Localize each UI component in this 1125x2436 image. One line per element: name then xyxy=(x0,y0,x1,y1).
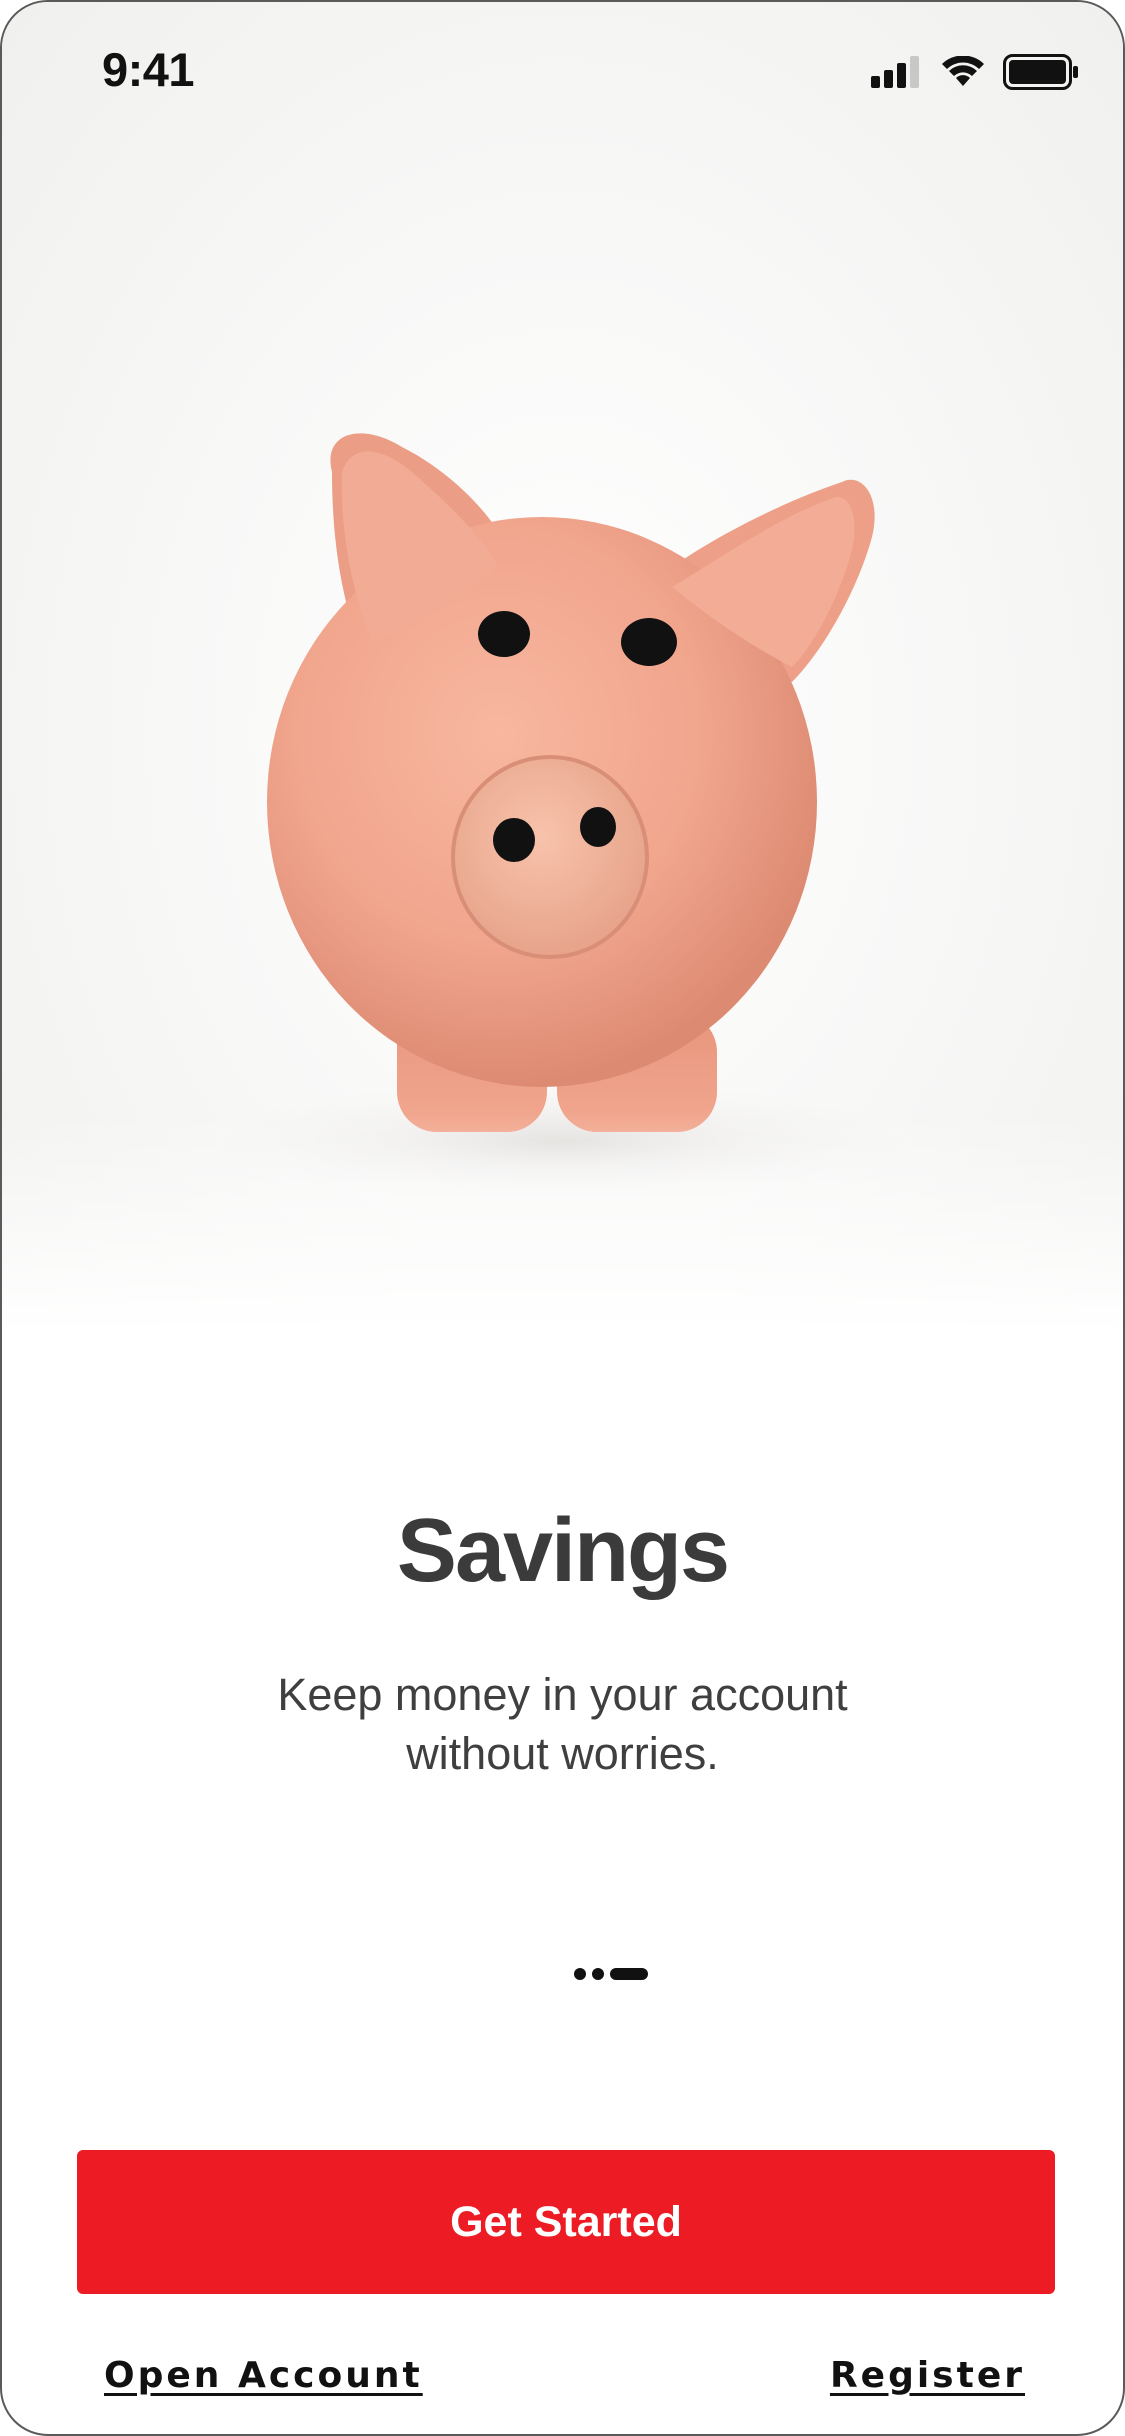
status-icons xyxy=(871,52,1079,92)
left-nostril xyxy=(493,818,535,862)
page-indicator[interactable] xyxy=(574,1967,648,1981)
page-subtitle: Keep money in your account without worri… xyxy=(277,1669,848,1779)
snout xyxy=(451,755,649,959)
open-account-link[interactable]: Open Account xyxy=(104,2355,423,2396)
phone-screen: 9:41 Savings Keep money in your account … xyxy=(0,0,1125,2436)
status-time: 9:41 xyxy=(102,43,195,96)
register-link[interactable]: Register xyxy=(830,2355,1025,2396)
page-title: Savings xyxy=(396,1501,730,1601)
hero-image xyxy=(2,2,1123,1332)
cellular-signal-icon xyxy=(871,56,919,88)
battery-icon xyxy=(1003,54,1078,90)
hero-fade xyxy=(2,1112,1123,1332)
page-dot-active[interactable] xyxy=(610,1968,648,1980)
left-eye xyxy=(478,611,530,657)
page-dot[interactable] xyxy=(574,1968,586,1980)
get-started-button[interactable]: Get Started xyxy=(77,2150,1055,2294)
wifi-icon xyxy=(942,56,984,86)
right-eye xyxy=(621,618,677,666)
page-dot[interactable] xyxy=(592,1968,604,1980)
status-bar: 9:41 xyxy=(2,2,1123,142)
right-nostril xyxy=(580,807,616,847)
